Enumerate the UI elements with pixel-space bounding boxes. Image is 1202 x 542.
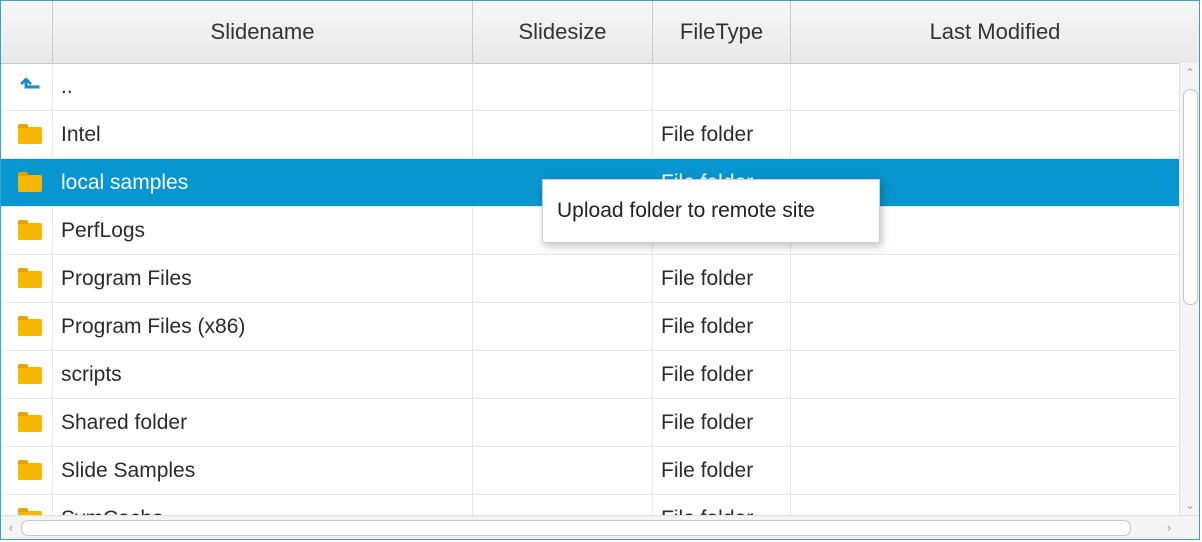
row-modified (791, 399, 1179, 446)
column-header-icon[interactable] (1, 1, 53, 63)
context-menu: Upload folder to remote site (542, 179, 880, 243)
row-type (653, 63, 791, 110)
row-icon-cell (1, 495, 53, 515)
horizontal-scroll-thumb[interactable] (21, 520, 1131, 536)
table-row[interactable]: Program Files (x86) File folder (1, 303, 1179, 351)
row-type: File folder (653, 495, 791, 515)
row-icon-cell (1, 351, 53, 398)
row-icon-cell (1, 207, 53, 254)
row-size (473, 111, 653, 158)
chevron-down-icon[interactable]: ⌄ (1180, 495, 1199, 515)
row-icon-cell (1, 159, 53, 206)
menu-item-upload-folder[interactable]: Upload folder to remote site (543, 180, 879, 242)
row-size (473, 63, 653, 110)
row-icon-cell (1, 303, 53, 350)
row-type: File folder (653, 111, 791, 158)
up-arrow-icon: ⬑ (19, 71, 41, 101)
table-row[interactable]: Intel File folder (1, 111, 1179, 159)
row-size (473, 495, 653, 515)
row-icon-cell: ⬑ (1, 63, 53, 110)
table-body: ⬑ .. Intel File folder local samples Fil… (1, 63, 1179, 515)
row-name: SymCache (53, 495, 473, 515)
table-header: Slidename Slidesize FileType Last Modifi… (1, 1, 1199, 64)
row-modified (791, 447, 1179, 494)
row-name: local samples (61, 171, 189, 194)
row-type: File folder (653, 447, 791, 494)
column-header-slidesize[interactable]: Slidesize (473, 1, 653, 63)
row-icon-cell (1, 399, 53, 446)
row-modified (791, 63, 1179, 110)
row-modified (791, 303, 1179, 350)
table-row[interactable]: scripts File folder (1, 351, 1179, 399)
row-modified (791, 255, 1179, 302)
column-header-slidename[interactable]: Slidename (53, 1, 473, 63)
row-type: File folder (653, 351, 791, 398)
row-icon-cell (1, 447, 53, 494)
row-modified (791, 111, 1179, 158)
row-name: .. (53, 63, 473, 110)
table-row-parent[interactable]: ⬑ .. (1, 63, 1179, 111)
row-icon-cell (1, 255, 53, 302)
chevron-right-icon[interactable]: › (1159, 516, 1179, 539)
row-name: Program Files (53, 255, 473, 302)
vertical-scrollbar[interactable]: ⌃ ⌄ (1179, 63, 1199, 515)
folder-icon (18, 124, 42, 144)
row-icon-cell (1, 111, 53, 158)
row-type: File folder (653, 399, 791, 446)
table-row[interactable]: SymCache File folder (1, 495, 1179, 515)
row-name: PerfLogs (53, 207, 473, 254)
chevron-left-icon[interactable]: ‹ (1, 516, 21, 539)
folder-icon (18, 220, 42, 240)
table-row[interactable]: Slide Samples File folder (1, 447, 1179, 495)
column-header-filetype[interactable]: FileType (653, 1, 791, 63)
row-name: Slide Samples (53, 447, 473, 494)
folder-icon (18, 412, 42, 432)
row-name: scripts (53, 351, 473, 398)
column-header-last-modified[interactable]: Last Modified (791, 1, 1199, 63)
folder-icon (18, 316, 42, 336)
row-name: Intel (53, 111, 473, 158)
row-name: Program Files (x86) (53, 303, 473, 350)
chevron-up-icon[interactable]: ⌃ (1180, 63, 1199, 83)
row-modified (791, 351, 1179, 398)
vertical-scroll-thumb[interactable] (1183, 89, 1198, 305)
row-size (473, 399, 653, 446)
folder-icon (18, 172, 42, 192)
row-type: File folder (653, 303, 791, 350)
folder-icon (18, 460, 42, 480)
row-type: File folder (653, 255, 791, 302)
row-size (473, 303, 653, 350)
row-size (473, 351, 653, 398)
folder-icon (18, 268, 42, 288)
horizontal-scrollbar[interactable]: ‹ › (1, 515, 1199, 539)
row-size (473, 255, 653, 302)
folder-icon (18, 364, 42, 384)
table-row[interactable]: Shared folder File folder (1, 399, 1179, 447)
table-row[interactable]: Program Files File folder (1, 255, 1179, 303)
row-size (473, 447, 653, 494)
file-table: Slidename Slidesize FileType Last Modifi… (0, 0, 1200, 540)
row-name: Shared folder (53, 399, 473, 446)
row-modified (791, 495, 1179, 515)
